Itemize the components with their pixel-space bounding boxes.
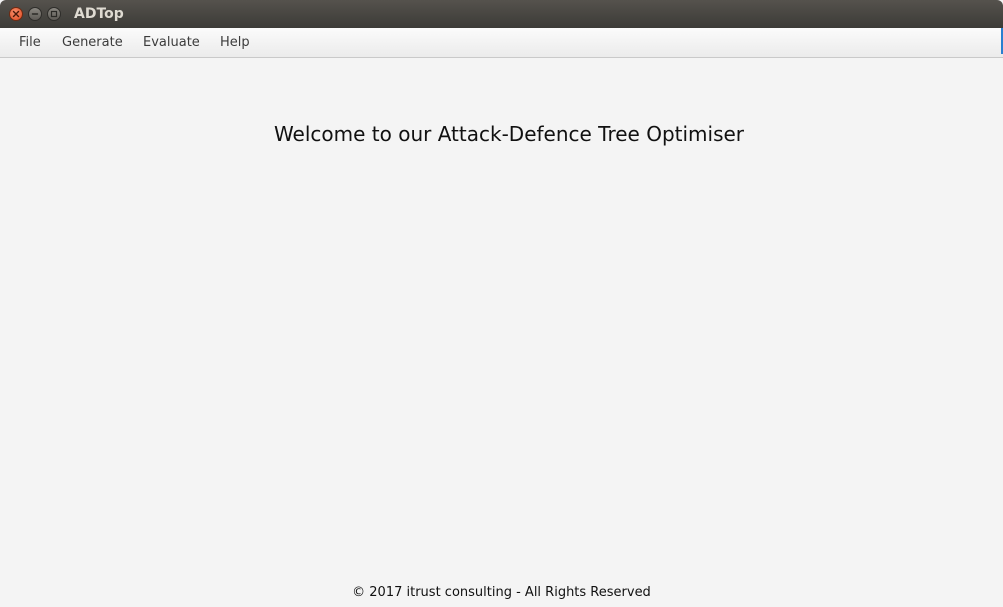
menu-generate[interactable]: Generate bbox=[62, 35, 123, 50]
main-content: Welcome to our Attack-Defence Tree Optim… bbox=[0, 58, 1003, 607]
menu-help[interactable]: Help bbox=[220, 35, 250, 50]
window-title: ADTop bbox=[74, 6, 124, 22]
minimize-icon bbox=[31, 13, 39, 15]
close-window-button[interactable] bbox=[9, 7, 23, 21]
menu-evaluate[interactable]: Evaluate bbox=[143, 35, 200, 50]
close-icon bbox=[12, 10, 20, 18]
title-bar[interactable]: ADTop bbox=[0, 0, 1003, 28]
menu-file[interactable]: File bbox=[19, 35, 41, 50]
minimize-window-button[interactable] bbox=[28, 7, 42, 21]
copyright-footer: © 2017 itrust consulting - All Rights Re… bbox=[352, 585, 651, 600]
welcome-heading: Welcome to our Attack-Defence Tree Optim… bbox=[273, 122, 745, 146]
maximize-icon bbox=[50, 10, 58, 18]
maximize-window-button[interactable] bbox=[47, 7, 61, 21]
application-window: ADTop File Generate Evaluate Help Welcom… bbox=[0, 0, 1003, 607]
menu-bar: File Generate Evaluate Help bbox=[0, 28, 1003, 58]
